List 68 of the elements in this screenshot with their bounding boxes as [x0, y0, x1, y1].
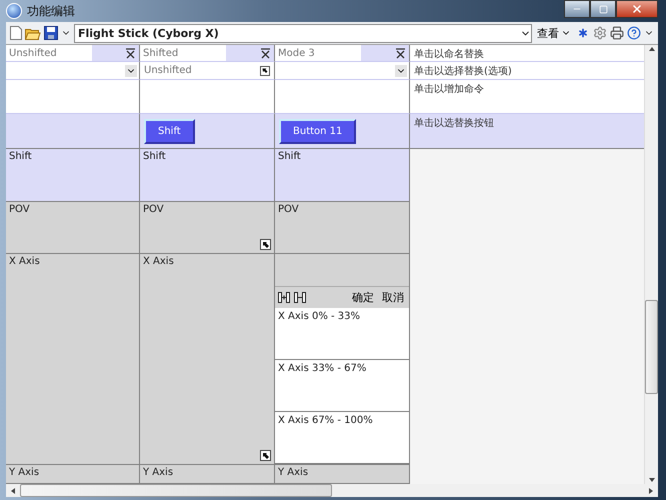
command-label: POV: [278, 204, 300, 215]
clear-icon: [124, 48, 136, 58]
maximize-button[interactable]: [590, 0, 616, 18]
new-document-icon[interactable]: [10, 26, 22, 40]
asterisk-icon[interactable]: [576, 26, 590, 40]
window-title: 功能编辑: [27, 2, 76, 20]
edit-corner-button[interactable]: [260, 239, 271, 250]
jump-button[interactable]: [258, 64, 272, 78]
command-label: Y Axis: [143, 467, 174, 478]
arrow-box-icon: [262, 452, 269, 459]
command-cell[interactable]: Y Axis: [275, 465, 410, 484]
app-logo-icon: [6, 3, 22, 19]
scroll-thumb[interactable]: [645, 300, 658, 394]
scroll-right-icon[interactable]: [647, 486, 655, 494]
command-cell[interactable]: POV: [6, 202, 140, 254]
axis-band-cell[interactable]: X Axis 67% - 100%: [275, 412, 409, 464]
command-label: X Axis: [143, 256, 175, 267]
joystick-button[interactable]: Button 11: [279, 118, 356, 144]
edit-corner-button[interactable]: [260, 450, 271, 461]
button-slot[interactable]: Button 11: [275, 114, 410, 149]
save-icon[interactable]: [44, 26, 58, 40]
arrow-box-icon: [260, 66, 270, 76]
settings-icon[interactable]: [593, 26, 607, 40]
band-action-button[interactable]: 确定: [350, 290, 376, 305]
scroll-left-icon[interactable]: [9, 486, 17, 494]
clear-button[interactable]: [258, 46, 272, 60]
command-label: Shift: [143, 151, 167, 162]
command-label: Y Axis: [278, 467, 310, 478]
printer-icon[interactable]: [610, 26, 624, 40]
help-icon[interactable]: [627, 26, 641, 40]
view-menu[interactable]: 查看: [535, 26, 573, 40]
merge-bars-icon[interactable]: [294, 292, 306, 303]
close-button[interactable]: [616, 0, 658, 18]
command-cell[interactable]: X Axis: [140, 254, 275, 465]
axis-band-cell[interactable]: X Axis 33% - 67%: [275, 360, 409, 412]
command-label: POV: [9, 204, 31, 215]
clear-icon: [260, 48, 270, 58]
profile-combo-box[interactable]: Flight Stick (Cyborg X): [74, 24, 532, 42]
clear-button[interactable]: [393, 46, 407, 60]
arrow-box-icon: [262, 241, 269, 248]
command-cell[interactable]: Shift: [6, 149, 140, 202]
button-slot[interactable]: [6, 114, 140, 149]
command-label: Shift: [278, 151, 302, 162]
clear-button[interactable]: [123, 46, 137, 60]
command-cell[interactable]: Shift: [140, 149, 275, 202]
axis-band-cell[interactable]: X Axis 0% - 33%: [275, 308, 409, 360]
command-cell[interactable]: POV: [275, 202, 410, 254]
command-cell[interactable]: Y Axis: [6, 465, 140, 484]
folder-icon[interactable]: [25, 26, 41, 40]
command-label: Shift: [9, 151, 33, 162]
base-mode-text: Unshifted: [143, 65, 193, 76]
close-icon: [631, 3, 643, 15]
scroll-thumb[interactable]: [20, 484, 332, 497]
hint-text[interactable]: 单击以选替换按钮: [410, 114, 644, 149]
maximize-icon: [598, 4, 608, 14]
command-label: POV: [143, 204, 165, 215]
command-label: X Axis: [9, 256, 41, 267]
split-bars-icon[interactable]: [278, 292, 290, 303]
command-label: Y Axis: [9, 467, 40, 478]
band-action-button[interactable]: 取消: [380, 290, 406, 305]
minimize-button[interactable]: [564, 0, 590, 18]
command-cell[interactable]: Y Axis: [140, 465, 275, 484]
clear-icon: [394, 48, 406, 58]
joystick-button[interactable]: Shift: [144, 118, 195, 144]
command-cell[interactable]: Shift: [275, 149, 410, 202]
button-slot[interactable]: Shift: [140, 114, 275, 149]
command-cell[interactable]: POV: [140, 202, 275, 254]
command-cell[interactable]: X Axis: [6, 254, 140, 465]
